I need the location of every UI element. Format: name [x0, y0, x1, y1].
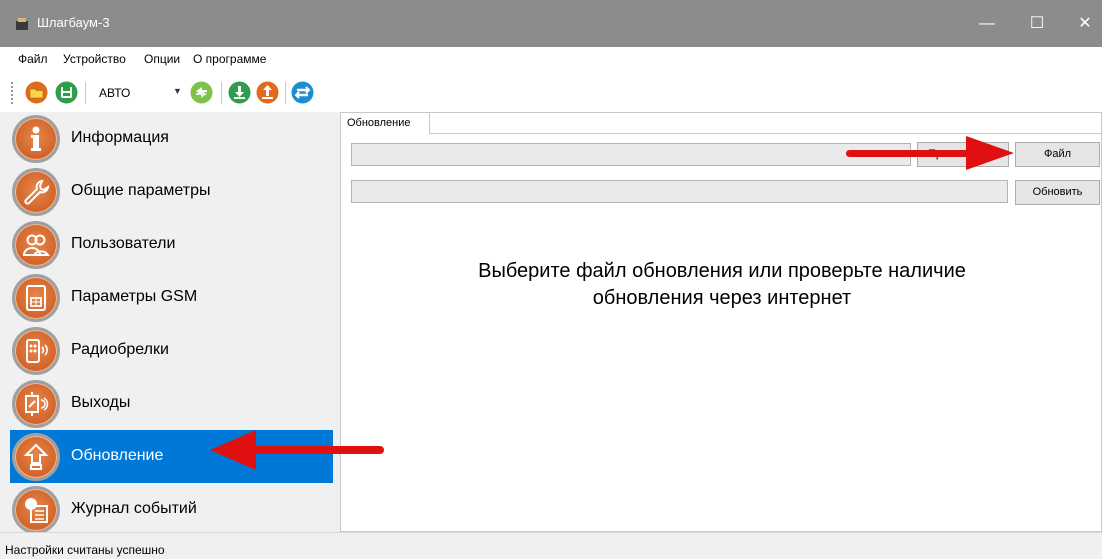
remote-fob-icon [12, 327, 60, 375]
sidebar-item-label: Общие параметры [71, 182, 211, 199]
connection-button[interactable] [291, 81, 314, 104]
window-title: Шлагбаум-3 [37, 15, 110, 30]
sidebar-item-general[interactable]: Общие параметры [10, 165, 333, 218]
sync-button[interactable] [190, 81, 213, 104]
toolbar-separator [221, 82, 222, 104]
sidebar-item-label: Параметры GSM [71, 288, 198, 305]
file-button[interactable]: Файл [1015, 142, 1100, 167]
menu-about[interactable]: О программе [193, 52, 266, 66]
close-button[interactable]: ✕ [1062, 0, 1102, 47]
download-icon [228, 81, 251, 104]
mode-select-value: АВТО [99, 86, 131, 100]
update-button[interactable]: Обновить [1015, 180, 1100, 205]
mode-select[interactable]: АВТО ▼ [91, 83, 186, 103]
sim-card-icon [12, 274, 60, 322]
sidebar-item-gsm[interactable]: Параметры GSM [10, 271, 333, 324]
open-folder-icon [25, 81, 48, 104]
download-button[interactable] [228, 81, 251, 104]
upload-icon [256, 81, 279, 104]
annotation-arrow-file [846, 136, 1014, 170]
status-bar: Настройки считаны успешно [0, 532, 1102, 559]
message-line: обновления через интернет [592, 287, 852, 309]
sidebar-item-event-log[interactable]: Журнал событий [10, 483, 333, 536]
minimize-button[interactable]: — [964, 0, 1010, 47]
sidebar-item-label: Пользователи [71, 235, 176, 252]
sidebar-item-users[interactable]: Пользователи [10, 218, 333, 271]
menu-device[interactable]: Устройство [63, 52, 126, 66]
status-text: Настройки считаны успешно [5, 543, 165, 557]
file-path-field[interactable] [351, 143, 911, 166]
chevron-down-icon: ▼ [173, 86, 182, 96]
annotation-arrow-update [210, 430, 384, 470]
sidebar-item-remotes[interactable]: Радиобрелки [10, 324, 333, 377]
barrier-app-icon [16, 18, 28, 30]
connection-icon [291, 81, 314, 104]
sidebar-item-label: Радиобрелки [71, 341, 169, 358]
sidebar-item-info[interactable]: Информация [10, 112, 333, 165]
relay-output-icon [12, 380, 60, 428]
update-arrow-icon [12, 433, 60, 481]
toolbar-grip[interactable] [11, 82, 13, 104]
upload-button[interactable] [256, 81, 279, 104]
sidebar-item-label: Информация [71, 129, 169, 146]
sidebar-item-label: Обновление [71, 447, 164, 464]
menu-bar: Файл Устройство Опции О программе [0, 47, 1102, 72]
update-panel [340, 112, 1102, 532]
users-icon [12, 221, 60, 269]
open-folder-button[interactable] [25, 81, 48, 104]
sidebar-item-label: Журнал событий [71, 500, 197, 517]
message-line: Выберите файл обновления или проверьте н… [478, 260, 966, 282]
event-log-icon [12, 486, 60, 534]
update-progress-field [351, 180, 1008, 203]
save-button[interactable] [55, 81, 78, 104]
tab-label: Обновление [347, 117, 411, 129]
toolbar: АВТО ▼ [0, 72, 1102, 112]
update-instruction-message: Выберите файл обновления или проверьте н… [372, 258, 1072, 312]
maximize-button[interactable]: ☐ [1014, 0, 1060, 47]
title-bar: Шлагбаум-3 — ☐ ✕ [0, 0, 1102, 47]
sync-icon [190, 81, 213, 104]
menu-file[interactable]: Файл [18, 52, 48, 66]
tab-update[interactable]: Обновление [340, 112, 430, 134]
wrench-icon [12, 168, 60, 216]
toolbar-separator [285, 82, 286, 104]
save-icon [55, 81, 78, 104]
info-icon [12, 115, 60, 163]
sidebar-item-label: Выходы [71, 394, 131, 411]
menu-options[interactable]: Опции [144, 52, 180, 66]
sidebar-item-outputs[interactable]: Выходы [10, 377, 333, 430]
toolbar-separator [85, 82, 86, 104]
